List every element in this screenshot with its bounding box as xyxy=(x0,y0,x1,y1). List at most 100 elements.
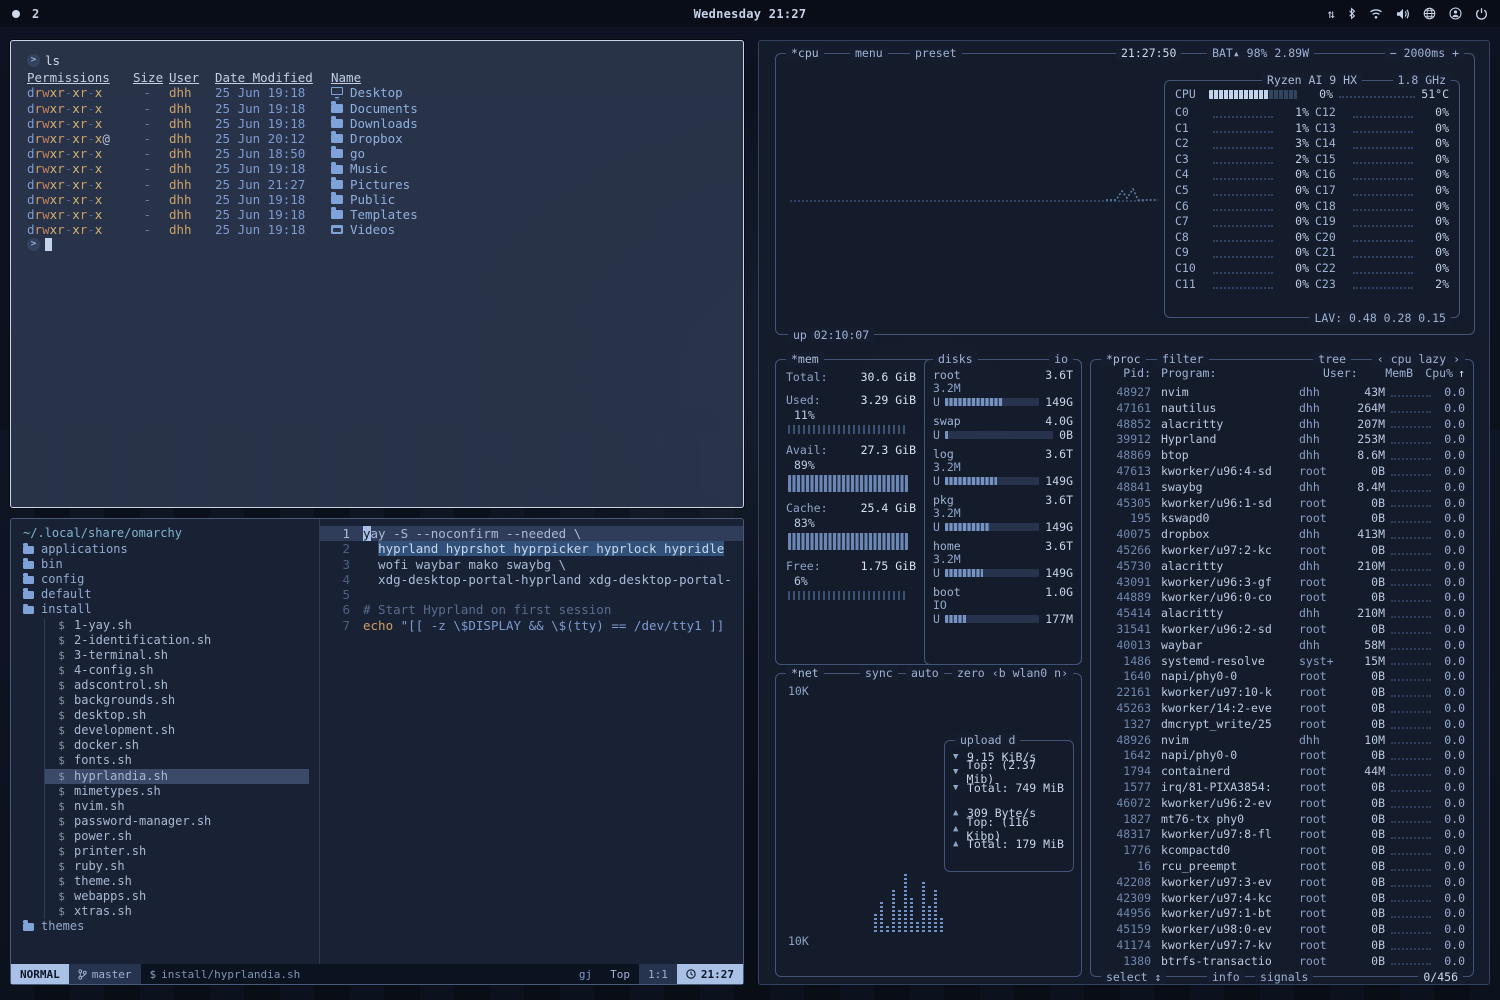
file-date: 25 Jun 19:18 xyxy=(215,161,331,176)
wifi-icon[interactable] xyxy=(1369,6,1383,22)
tree-item-docker.sh[interactable]: $docker.sh xyxy=(44,738,319,753)
process-row[interactable]: 45263kworker/14:2-everoot0B0.0 xyxy=(1099,701,1465,717)
tree-item-config[interactable]: config xyxy=(23,572,319,587)
process-row[interactable]: 40013waybardhh58M0.0 xyxy=(1099,638,1465,654)
process-row[interactable]: 31541kworker/u96:2-sdroot0B0.0 xyxy=(1099,622,1465,638)
process-row[interactable]: 45159kworker/u98:0-evroot0B0.0 xyxy=(1099,922,1465,938)
interval-minus-button[interactable]: − xyxy=(1390,46,1397,60)
tree-root[interactable]: ~/.local/share/omarchy xyxy=(23,526,319,541)
net-stats-title[interactable]: upload d xyxy=(955,733,1020,747)
disk-used-bar xyxy=(945,615,1039,623)
process-row[interactable]: 46072kworker/u96:2-evroot0B0.0 xyxy=(1099,796,1465,812)
sort-direction-arrow[interactable]: ↑ xyxy=(1453,366,1465,380)
volume-icon[interactable] xyxy=(1396,6,1410,22)
process-row[interactable]: 16rcu_preemptroot0B0.0 xyxy=(1099,859,1465,875)
process-row[interactable]: 44889kworker/u96:0-coroot0B0.0 xyxy=(1099,590,1465,606)
process-row[interactable]: 39912Hyprlanddhh253M0.0 xyxy=(1099,432,1465,448)
file-tree[interactable]: ~/.local/share/omarchy applicationsbinco… xyxy=(11,519,319,964)
process-row[interactable]: 22161kworker/u97:10-kroot0B0.0 xyxy=(1099,685,1465,701)
process-row[interactable]: 41174kworker/u97:7-kvroot0B0.0 xyxy=(1099,938,1465,954)
proc-tree-button[interactable]: tree xyxy=(1313,352,1351,366)
process-row[interactable]: 1380btrfs-transactioroot0B0.0 xyxy=(1099,954,1465,970)
tree-item-theme.sh[interactable]: $theme.sh xyxy=(44,874,319,889)
proc-signals-button[interactable]: signals xyxy=(1255,970,1313,984)
tree-item-1-yay.sh[interactable]: $1-yay.sh xyxy=(44,618,319,633)
editor-pane[interactable]: 1yay -S --noconfirm --needed \2 hyprland… xyxy=(319,519,743,964)
process-row[interactable]: 1827mt76-tx phy0root0B0.0 xyxy=(1099,812,1465,828)
process-row[interactable]: 47613kworker/u96:4-sdroot0B0.0 xyxy=(1099,464,1465,480)
tree-item-themes[interactable]: themes xyxy=(23,919,319,934)
process-row[interactable]: 45266kworker/u97:2-kcroot0B0.0 xyxy=(1099,543,1465,559)
io-toggle[interactable]: io xyxy=(1049,352,1073,366)
proc-sort-control[interactable]: ‹ cpu lazy › xyxy=(1372,352,1465,366)
process-row[interactable]: 42309kworker/u97:4-kcroot0B0.0 xyxy=(1099,891,1465,907)
process-row[interactable]: 1577irq/81-PIXA3854:root0B0.0 xyxy=(1099,780,1465,796)
cores-left: C01%C11%C23%C32%C40%C50%C60%C70%C80%C90%… xyxy=(1175,105,1309,292)
disks-title[interactable]: disks xyxy=(933,352,978,366)
process-row[interactable]: 40075dropboxdhh413M0.0 xyxy=(1099,527,1465,543)
proc-filter-button[interactable]: filter xyxy=(1157,352,1209,366)
process-row[interactable]: 47161nautilusdhh264M0.0 xyxy=(1099,401,1465,417)
net-zero-button[interactable]: zero xyxy=(952,666,990,680)
tree-item-development.sh[interactable]: $development.sh xyxy=(44,723,319,738)
updown-arrows-icon[interactable]: ⇅ xyxy=(1328,6,1335,22)
workspace-dot-icon[interactable] xyxy=(12,10,20,18)
net-auto-button[interactable]: auto xyxy=(906,666,944,680)
tree-item-webapps.sh[interactable]: $webapps.sh xyxy=(44,889,319,904)
tree-item-bin[interactable]: bin xyxy=(23,557,319,572)
process-row[interactable]: 1642napi/phy0-0root0B0.0 xyxy=(1099,748,1465,764)
tree-item-xtras.sh[interactable]: $xtras.sh xyxy=(44,904,319,919)
process-row[interactable]: 1327dmcrypt_write/25root0B0.0 xyxy=(1099,717,1465,733)
process-row[interactable]: 48841swaybgdhh8.4M0.0 xyxy=(1099,480,1465,496)
tree-item-mimetypes.sh[interactable]: $mimetypes.sh xyxy=(44,784,319,799)
process-row[interactable]: 1640napi/phy0-0root0B0.0 xyxy=(1099,669,1465,685)
tree-item-default[interactable]: default xyxy=(23,587,319,602)
tree-item-ruby.sh[interactable]: $ruby.sh xyxy=(44,859,319,874)
tree-item-label: webapps.sh xyxy=(74,889,146,904)
process-row[interactable]: 48317kworker/u97:8-flroot0B0.0 xyxy=(1099,827,1465,843)
power-icon[interactable] xyxy=(1475,6,1488,22)
tree-item-hyprlandia.sh[interactable]: $hyprlandia.sh xyxy=(44,769,309,784)
process-row[interactable]: 1486systemd-resolvesyst+15M0.0 xyxy=(1099,654,1465,670)
tree-item-fonts.sh[interactable]: $fonts.sh xyxy=(44,753,319,768)
net-interface-switch[interactable]: ‹b wlan0 n› xyxy=(987,666,1073,680)
tree-item-nvim.sh[interactable]: $nvim.sh xyxy=(44,799,319,814)
tree-item-applications[interactable]: applications xyxy=(23,542,319,557)
process-row[interactable]: 195kswapd0root0B0.0 xyxy=(1099,511,1465,527)
process-row[interactable]: 1794containerdroot44M0.0 xyxy=(1099,764,1465,780)
proc-select-button[interactable]: select ↕ xyxy=(1101,970,1166,984)
proc-info-button[interactable]: info xyxy=(1207,970,1245,984)
process-row[interactable]: 48852alacrittydhh207M0.0 xyxy=(1099,417,1465,433)
process-row[interactable]: 44956kworker/u97:1-btroot0B0.0 xyxy=(1099,906,1465,922)
process-row[interactable]: 48926nvimdhh10M0.0 xyxy=(1099,733,1465,749)
file-name: Dropbox xyxy=(331,131,727,146)
process-row[interactable]: 45730alacrittydhh210M0.0 xyxy=(1099,559,1465,575)
workspace-indicator[interactable]: 2 xyxy=(32,7,39,21)
tree-item-printer.sh[interactable]: $printer.sh xyxy=(44,844,319,859)
btop-preset-button[interactable]: preset xyxy=(910,46,962,60)
tree-item-4-config.sh[interactable]: $4-config.sh xyxy=(44,663,319,678)
mem-stat: Free:1.75 GiB6% xyxy=(786,559,916,600)
btop-menu-button[interactable]: menu xyxy=(850,46,888,60)
tree-item-power.sh[interactable]: $power.sh xyxy=(44,829,319,844)
net-sync-button[interactable]: sync xyxy=(860,666,898,680)
interval-plus-button[interactable]: + xyxy=(1452,46,1459,60)
process-row[interactable]: 42208kworker/u97:3-evroot0B0.0 xyxy=(1099,875,1465,891)
tree-item-install[interactable]: install xyxy=(23,602,319,617)
tree-item-adscontrol.sh[interactable]: $adscontrol.sh xyxy=(44,678,319,693)
bluetooth-icon[interactable] xyxy=(1348,6,1356,22)
tree-item-2-identification.sh[interactable]: $2-identification.sh xyxy=(44,633,319,648)
process-row[interactable]: 48927nvimdhh43M0.0 xyxy=(1099,385,1465,401)
process-row[interactable]: 48869btopdhh8.6M0.0 xyxy=(1099,448,1465,464)
tree-item-3-terminal.sh[interactable]: $3-terminal.sh xyxy=(44,648,319,663)
process-row[interactable]: 45414alacrittydhh210M0.0 xyxy=(1099,606,1465,622)
user-icon[interactable] xyxy=(1449,6,1462,22)
tree-item-password-manager.sh[interactable]: $password-manager.sh xyxy=(44,814,319,829)
desktop: 2 Wednesday 21:27 ⇅ xyxy=(0,0,1500,1000)
globe-icon[interactable] xyxy=(1423,6,1436,22)
tree-item-desktop.sh[interactable]: $desktop.sh xyxy=(44,708,319,723)
process-row[interactable]: 1776kcompactd0root0B0.0 xyxy=(1099,843,1465,859)
tree-item-backgrounds.sh[interactable]: $backgrounds.sh xyxy=(44,693,319,708)
process-row[interactable]: 45305kworker/u96:1-sdroot0B0.0 xyxy=(1099,496,1465,512)
process-row[interactable]: 43091kworker/u96:3-gfroot0B0.0 xyxy=(1099,575,1465,591)
